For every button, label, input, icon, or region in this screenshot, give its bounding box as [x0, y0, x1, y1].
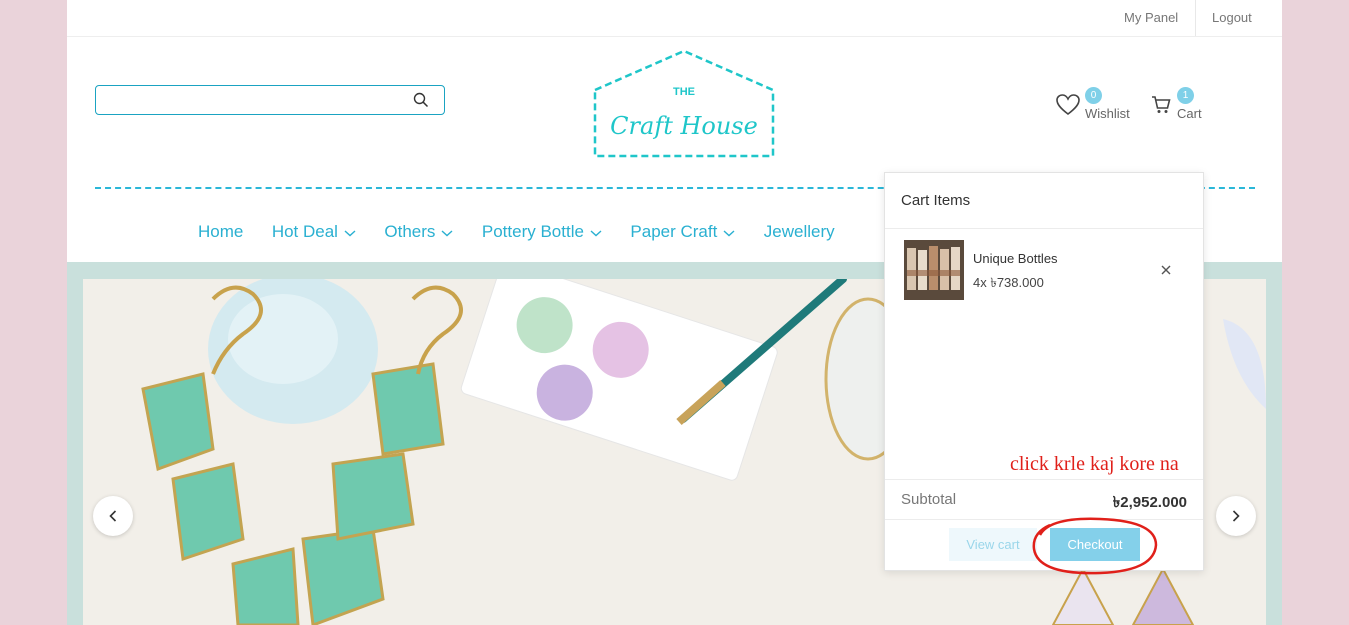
subtotal-value: ৳2,952.000: [1112, 494, 1187, 511]
chevron-down-icon: [723, 229, 735, 236]
cart-dropdown-title: Cart Items: [901, 192, 971, 209]
craft-house-logo[interactable]: THE Craft House: [592, 48, 777, 160]
nav-item-hot-deal[interactable]: Hot Deal: [272, 222, 356, 242]
main-nav: Home Hot Deal Others Pottery Bottle Pape…: [198, 222, 859, 246]
cart-icon: [1152, 96, 1171, 113]
slider-next-button[interactable]: [1216, 496, 1256, 536]
cart-item-thumbnail[interactable]: [904, 240, 964, 300]
logo-line2: Craft House: [610, 112, 758, 140]
search-box: [95, 85, 445, 115]
nav-item-label: Pottery Bottle: [481, 222, 584, 241]
topbar-divider: [1195, 0, 1196, 36]
cart-count-badge: 1: [1177, 87, 1194, 104]
view-cart-button[interactable]: View cart: [949, 528, 1037, 561]
divider: [885, 228, 1203, 229]
cart-button[interactable]: 1 Cart: [1151, 87, 1211, 122]
nav-item-home[interactable]: Home: [198, 222, 243, 242]
logout-link[interactable]: Logout: [1212, 0, 1252, 36]
cart-dropdown: Cart Items Unique Bottles 4x ৳738.000 Su…: [884, 172, 1204, 571]
search-icon[interactable]: [412, 91, 430, 109]
cart-item-name[interactable]: Unique Bottles: [973, 251, 1058, 266]
slider-prev-button[interactable]: [93, 496, 133, 536]
nav-item-jewellery[interactable]: Jewellery: [764, 222, 835, 242]
heart-icon: [1056, 94, 1080, 116]
my-panel-link[interactable]: My Panel: [1124, 0, 1178, 36]
annotation-circle: [1032, 517, 1158, 575]
nav-item-label: Others: [384, 222, 436, 241]
divider: [885, 479, 1203, 480]
chevron-down-icon: [441, 229, 453, 236]
chevron-down-icon: [344, 229, 356, 236]
chevron-down-icon: [590, 229, 602, 236]
chevron-left-icon: [109, 510, 117, 522]
nav-item-label: Hot Deal: [271, 222, 338, 241]
wishlist-label: Wishlist: [1085, 106, 1130, 121]
remove-item-close-icon[interactable]: [1159, 263, 1173, 277]
nav-item-label: Paper Craft: [630, 222, 718, 241]
logo-line1: THE: [673, 86, 695, 98]
nav-item-pottery-bottle[interactable]: Pottery Bottle: [482, 222, 602, 242]
top-bar: My Panel Logout: [67, 0, 1282, 37]
subtotal-label: Subtotal: [901, 491, 957, 508]
cart-label: Cart: [1177, 106, 1202, 121]
nav-item-others[interactable]: Others: [384, 222, 453, 242]
annotation-note: click krle kaj kore na: [1010, 453, 1179, 475]
cart-item-qty-price: 4x ৳738.000: [973, 275, 1044, 290]
chevron-right-icon: [1232, 510, 1240, 522]
wishlist-count-badge: 0: [1085, 87, 1102, 104]
nav-item-label: Home: [198, 222, 244, 241]
nav-item-paper-craft[interactable]: Paper Craft: [630, 222, 735, 242]
wishlist-button[interactable]: 0 Wishlist: [1056, 87, 1136, 122]
nav-item-label: Jewellery: [763, 222, 835, 241]
